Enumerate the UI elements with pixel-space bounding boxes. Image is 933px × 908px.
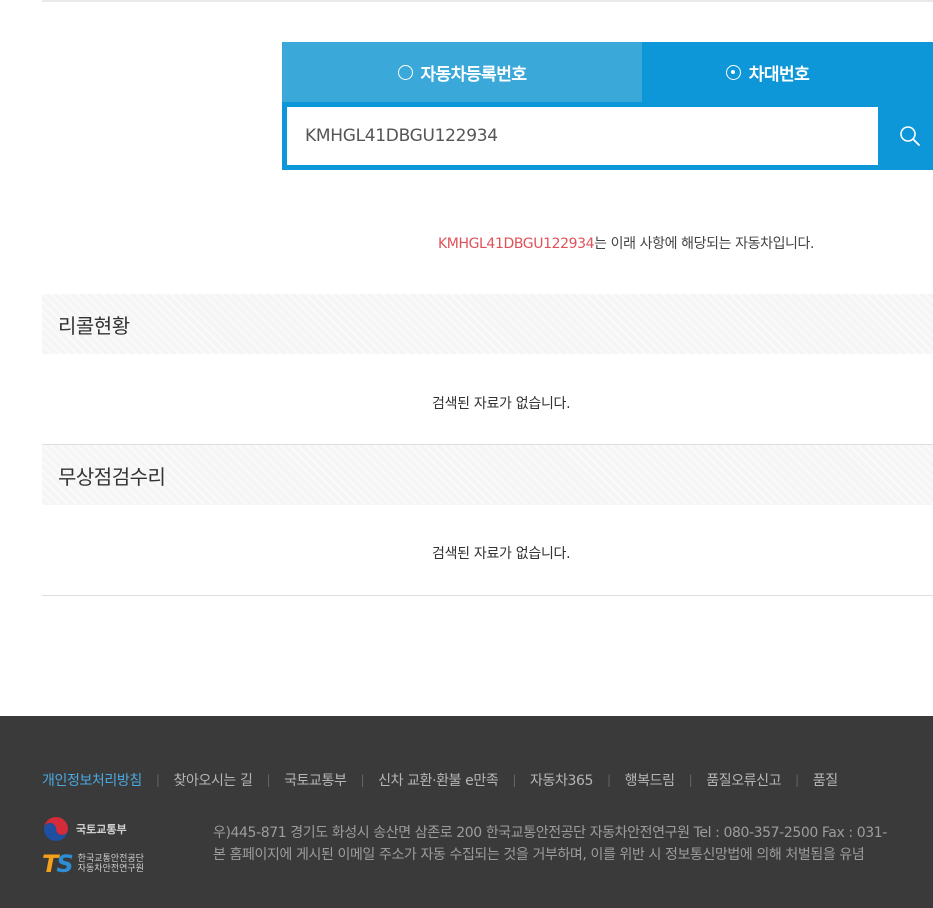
footer-link-quality-report[interactable]: 품질오류신고 xyxy=(706,770,781,790)
ts-logo-line1: 한국교통안전공단 xyxy=(77,854,144,864)
footer-link-directions[interactable]: 찾아오시는 길 xyxy=(174,770,253,790)
footer-notice: 본 홈페이지에 게시된 이메일 주소가 자동 수집되는 것을 거부하며, 이를 … xyxy=(213,847,865,863)
footer-separator: | xyxy=(155,773,160,787)
footer-link-molit[interactable]: 국토교통부 xyxy=(284,770,347,790)
top-divider xyxy=(42,0,933,2)
footer-separator: | xyxy=(688,773,693,787)
vin-search-input[interactable] xyxy=(287,107,878,165)
result-vin: KMHGL41DBGU122934 xyxy=(438,236,595,252)
recall-empty-message: 검색된 자료가 없습니다. xyxy=(432,396,571,412)
footer-address: 우)445-871 경기도 화성시 송산면 삼존로 200 한국교통안전공단 자… xyxy=(213,825,887,841)
section-divider xyxy=(42,595,933,596)
footer-separator: | xyxy=(512,773,517,787)
search-box: 자동차등록번호 차대번호 xyxy=(282,42,933,170)
search-button[interactable] xyxy=(886,107,933,165)
tab-vin[interactable]: 차대번호 xyxy=(642,42,933,102)
ts-mark-icon: TS xyxy=(42,850,74,878)
taegeuk-icon xyxy=(44,817,68,841)
radio-unchecked-icon xyxy=(397,64,413,80)
recall-section-title: 리콜현황 xyxy=(42,294,933,354)
search-icon xyxy=(899,126,920,146)
free-repair-empty-message: 검색된 자료가 없습니다. xyxy=(432,546,571,562)
footer-link-car365[interactable]: 자동차365 xyxy=(530,770,593,790)
footer: 개인정보처리방침 | 찾아오시는 길 | 국토교통부 | 신차 교환·환불 e만… xyxy=(0,716,933,908)
tab-registration-number[interactable]: 자동차등록번호 xyxy=(282,42,642,102)
footer-link-happydream[interactable]: 행복드림 xyxy=(625,770,675,790)
footer-separator: | xyxy=(266,773,271,787)
footer-link-lemon[interactable]: 신차 교환·환불 e만족 xyxy=(378,770,499,790)
footer-separator: | xyxy=(795,773,799,787)
footer-separator: | xyxy=(607,773,611,787)
footer-link-privacy[interactable]: 개인정보처리방침 xyxy=(42,770,142,790)
footer-separator: | xyxy=(360,773,365,787)
ts-logo-line2: 자동차안전연구원 xyxy=(77,864,144,874)
result-message: KMHGL41DBGU122934는 이래 사항에 해당되는 자동차입니다. xyxy=(438,233,814,253)
footer-links: 개인정보처리방침 | 찾아오시는 길 | 국토교통부 | 신차 교환·환불 e만… xyxy=(42,770,838,790)
free-repair-section-title: 무상점검수리 xyxy=(42,445,933,505)
tab-registration-label: 자동차등록번호 xyxy=(420,64,527,85)
molit-logo-text: 국토교통부 xyxy=(76,823,127,836)
footer-link-quality[interactable]: 품질 xyxy=(813,770,838,790)
radio-checked-icon xyxy=(725,64,741,80)
tab-vin-label: 차대번호 xyxy=(748,64,810,85)
molit-logo: 국토교통부 xyxy=(42,815,127,843)
result-message-text: 는 이래 사항에 해당되는 자동차입니다. xyxy=(594,236,815,252)
ts-logo: TS 한국교통안전공단 자동차안전연구원 xyxy=(42,850,144,878)
footer-address-block: 우)445-871 경기도 화성시 송산면 삼존로 200 한국교통안전공단 자… xyxy=(213,822,887,866)
